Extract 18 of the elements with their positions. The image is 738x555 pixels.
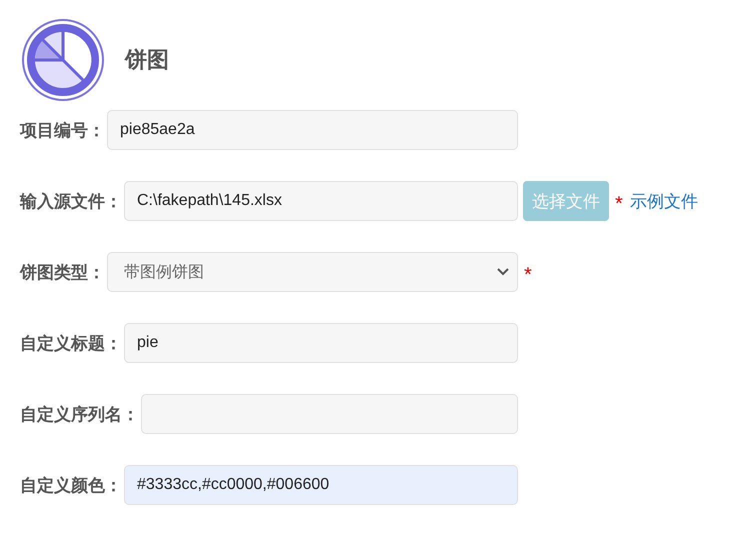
sample-file-link[interactable]: 示例文件 [630, 190, 698, 212]
input-field[interactable] [141, 394, 518, 434]
select-field[interactable]: 带图例饼图 [107, 252, 518, 292]
pie-chart-icon [21, 18, 105, 102]
field-label: 自定义序列名： [20, 404, 139, 426]
input-field[interactable]: pie85ae2a [107, 110, 518, 150]
page-title: 饼图 [125, 46, 169, 74]
field-label: 自定义标题： [20, 332, 122, 354]
input-field[interactable]: pie [124, 323, 518, 363]
field-label: 项目编号： [20, 120, 105, 142]
chevron-down-icon [497, 268, 509, 276]
required-mark: * [524, 262, 532, 286]
input-field[interactable]: #3333cc,#cc0000,#006600 [124, 465, 518, 505]
file-path-field[interactable]: C:\fakepath\145.xlsx [124, 181, 518, 221]
required-mark: * [615, 192, 623, 216]
field-label: 输入源文件： [20, 190, 122, 212]
field-label: 饼图类型： [20, 262, 105, 284]
field-label: 自定义颜色： [20, 474, 122, 496]
